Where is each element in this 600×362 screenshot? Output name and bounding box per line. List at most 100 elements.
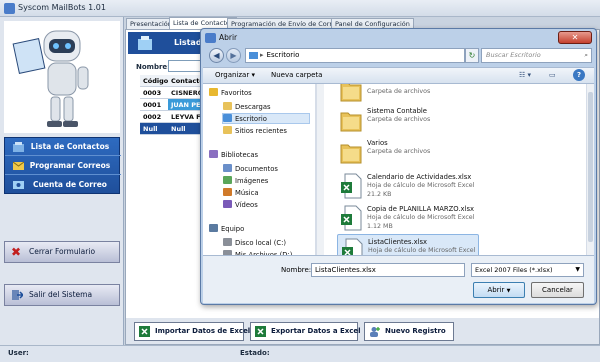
tree-item-label: Música xyxy=(235,189,259,197)
tree-item-escritorio[interactable]: Escritorio xyxy=(222,113,310,124)
help-icon[interactable]: ? xyxy=(573,69,585,81)
files-scrollbar[interactable] xyxy=(586,84,594,255)
export-excel-button[interactable]: Exportar Datos a Excel xyxy=(250,322,361,341)
file-list: Carpeta de archivos Sistema Contable Carpe… xyxy=(333,84,583,255)
nav-menu: Lista de Contactos Programar Correos Cue… xyxy=(4,137,121,194)
drive-icon xyxy=(223,238,232,246)
view-options-icon[interactable]: ☷ ▾ xyxy=(519,68,531,83)
navigation-pane: Favoritos Descargas Escritorio Sitios recie… xyxy=(203,84,316,259)
scroll-thumb[interactable] xyxy=(588,92,593,242)
folder-icon xyxy=(340,144,362,164)
account-icon xyxy=(13,181,24,189)
folder-icon xyxy=(340,112,362,132)
nombre-label: Nombre: xyxy=(136,63,170,71)
tree-item-im-genes[interactable]: Imágenes xyxy=(223,176,268,185)
status-bar: User: Estado: xyxy=(0,345,600,362)
add-user-icon xyxy=(370,327,380,337)
cell-code: 0003 xyxy=(143,89,162,97)
new-record-button[interactable]: Nuevo Registro xyxy=(364,322,454,341)
forward-button[interactable]: ▶ xyxy=(226,48,241,63)
search-icon: ⌕ xyxy=(584,51,588,59)
new-folder-button[interactable]: Nueva carpeta xyxy=(271,68,322,83)
nav-scrollbar[interactable] xyxy=(316,84,324,255)
image-icon xyxy=(223,176,232,184)
library-icon xyxy=(209,150,218,158)
chevron-down-icon: ▼ xyxy=(575,266,580,273)
tree-item-label: Vídeos xyxy=(235,201,258,209)
nav-cuenta-correo[interactable]: Cuenta de Correo xyxy=(5,176,121,194)
tree-item-disco-local-c-[interactable]: Disco local (C:) xyxy=(223,238,286,247)
contacts-icon xyxy=(13,142,24,152)
tree-item-favoritos[interactable]: Favoritos xyxy=(209,88,252,97)
desktop-icon xyxy=(223,114,232,122)
file-name: Varios xyxy=(367,139,388,147)
exit-icon xyxy=(12,290,23,300)
tree-item-documentos[interactable]: Documentos xyxy=(223,164,278,173)
table-row[interactable]: 0001 JUAN PERA xyxy=(140,99,208,111)
left-panel: Lista de Contactos Programar Correos Cue… xyxy=(0,17,124,345)
excel-file-icon xyxy=(341,205,362,231)
preview-pane-icon[interactable]: ▭ xyxy=(549,68,556,83)
file-item[interactable]: Calendario de Actividades.xlsx Hoja de cá… xyxy=(337,170,479,203)
file-type-description: Carpeta de archivos xyxy=(367,116,431,123)
filename-input[interactable]: ListaClientes.xlsx xyxy=(311,263,465,277)
tree-item-descargas[interactable]: Descargas xyxy=(223,102,271,111)
address-bar: ◀ ▶ ▸ Escritorio ↻ Buscar Escritorio ⌕ xyxy=(207,47,592,65)
action-bar: Importar Datos de Excel Exportar Datos a… xyxy=(126,318,599,344)
excel-file-icon xyxy=(341,173,362,199)
excel-file-icon xyxy=(342,238,363,255)
file-type-description: Hoja de cálculo de Microsoft Excel xyxy=(367,182,475,189)
app-title: Syscom MailBots 1.01 xyxy=(18,3,106,12)
close-icon: ✕ xyxy=(571,33,579,42)
folder-icon xyxy=(340,84,362,102)
file-name: Calendario de Actividades.xlsx xyxy=(367,173,472,181)
table-row[interactable]: Null Null xyxy=(140,123,208,135)
nav-lista-contactos[interactable]: Lista de Contactos xyxy=(5,138,121,156)
open-button[interactable]: Abrir ▼ xyxy=(473,282,525,298)
filetype-select[interactable]: Excel 2007 Files (*.xlsx) ▼ xyxy=(471,263,584,277)
dialog-title: Abrir xyxy=(219,33,238,42)
tree-item-label: Disco local (C:) xyxy=(235,239,287,247)
close-form-button[interactable]: ✖ Cerrar Formulario xyxy=(4,241,120,263)
dialog-app-icon xyxy=(205,33,216,43)
tree-item-m-sica[interactable]: Música xyxy=(223,188,259,197)
folder-item[interactable]: Varios Carpeta de archivos xyxy=(337,136,479,169)
dialog-body: Favoritos Descargas Escritorio Sitios recie… xyxy=(203,84,594,259)
desktop-icon xyxy=(249,52,258,59)
doc-icon xyxy=(223,164,232,172)
back-button[interactable]: ◀ xyxy=(209,48,224,63)
file-item[interactable]: ListaClientes.xlsx Hoja de cálculo de Mic… xyxy=(337,234,479,255)
cancel-button[interactable]: Cancelar xyxy=(531,282,584,298)
tree-item-label: Sitios recientes xyxy=(235,127,287,135)
tree-item-v-deos[interactable]: Vídeos xyxy=(223,200,258,209)
cell-code: 0001 xyxy=(143,101,162,109)
path-text: Escritorio xyxy=(266,51,300,59)
tree-item-bibliotecas[interactable]: Bibliotecas xyxy=(209,150,258,159)
tree-item-label: Imágenes xyxy=(235,177,269,185)
file-name: Sistema Contable xyxy=(367,107,427,115)
folder-icon xyxy=(223,126,232,134)
file-item[interactable]: Copia de PLANILLA MARZO.xlsx Hoja de cálc… xyxy=(337,202,479,235)
music-icon xyxy=(223,188,232,196)
tree-item-sitios-recientes[interactable]: Sitios recientes xyxy=(223,126,287,135)
tree-item-label: Escritorio xyxy=(235,115,267,123)
table-row[interactable]: 0002 LEYVA FLO xyxy=(140,111,208,123)
folder-item[interactable]: Sistema Contable Carpeta de archivos xyxy=(337,104,479,137)
exit-button[interactable]: Salir del Sistema xyxy=(4,284,120,306)
filename-label: Nombre: xyxy=(281,266,312,274)
path-box[interactable]: ▸ Escritorio xyxy=(245,48,465,63)
tree-item-equipo[interactable]: Equipo xyxy=(209,224,244,233)
import-excel-button[interactable]: Importar Datos de Excel xyxy=(134,322,250,341)
table-row[interactable]: 0003 CISNEROS xyxy=(140,87,208,99)
nav-programar-correos[interactable]: Programar Correos xyxy=(5,157,121,175)
search-input[interactable]: Buscar Escritorio ⌕ xyxy=(481,48,592,63)
tree-item-label: Bibliotecas xyxy=(221,151,259,159)
file-size: 1.12 MB xyxy=(367,223,393,230)
refresh-button[interactable]: ↻ xyxy=(465,48,479,63)
grid-header: Código Contacto xyxy=(140,75,208,87)
organize-button[interactable]: Organizar ▾ xyxy=(215,68,255,83)
dialog-close-button[interactable]: ✕ xyxy=(558,31,592,44)
video-icon xyxy=(223,200,232,208)
tree-item-label: Descargas xyxy=(235,103,271,111)
status-state-label: Estado: xyxy=(240,349,270,357)
